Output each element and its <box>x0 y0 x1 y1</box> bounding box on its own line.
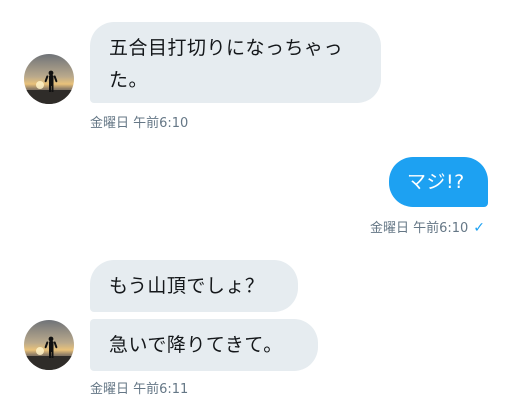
avatar[interactable] <box>24 54 74 104</box>
avatar-image <box>24 320 74 370</box>
message-bubble-outgoing[interactable]: マジ!? <box>389 157 488 207</box>
message-text: もう山頂でしょ？ <box>109 275 265 297</box>
checkmark-icon: ✓ <box>473 220 485 236</box>
message-text: 急いで降りてきて。 <box>109 334 283 356</box>
message-timestamp: 金曜日 午前6:11 <box>90 382 189 397</box>
avatar-image <box>24 54 74 104</box>
message-text-line: た。 <box>109 69 149 91</box>
message-text-line: 五合目打切りになっちゃっ <box>109 37 344 59</box>
avatar[interactable] <box>24 320 74 370</box>
message-bubble-incoming[interactable]: 五合目打切りになっちゃっ た。 <box>90 22 381 103</box>
message-timestamp-row: 金曜日 午前6:10 ✓ <box>370 220 485 237</box>
message-timestamp: 金曜日 午前6:10 <box>90 116 189 131</box>
message-bubble-incoming[interactable]: 急いで降りてきて。 <box>90 319 318 371</box>
message-text: マジ!? <box>407 171 465 193</box>
message-bubble-incoming[interactable]: もう山頂でしょ？ <box>90 260 298 312</box>
message-timestamp: 金曜日 午前6:10 <box>369 221 469 236</box>
